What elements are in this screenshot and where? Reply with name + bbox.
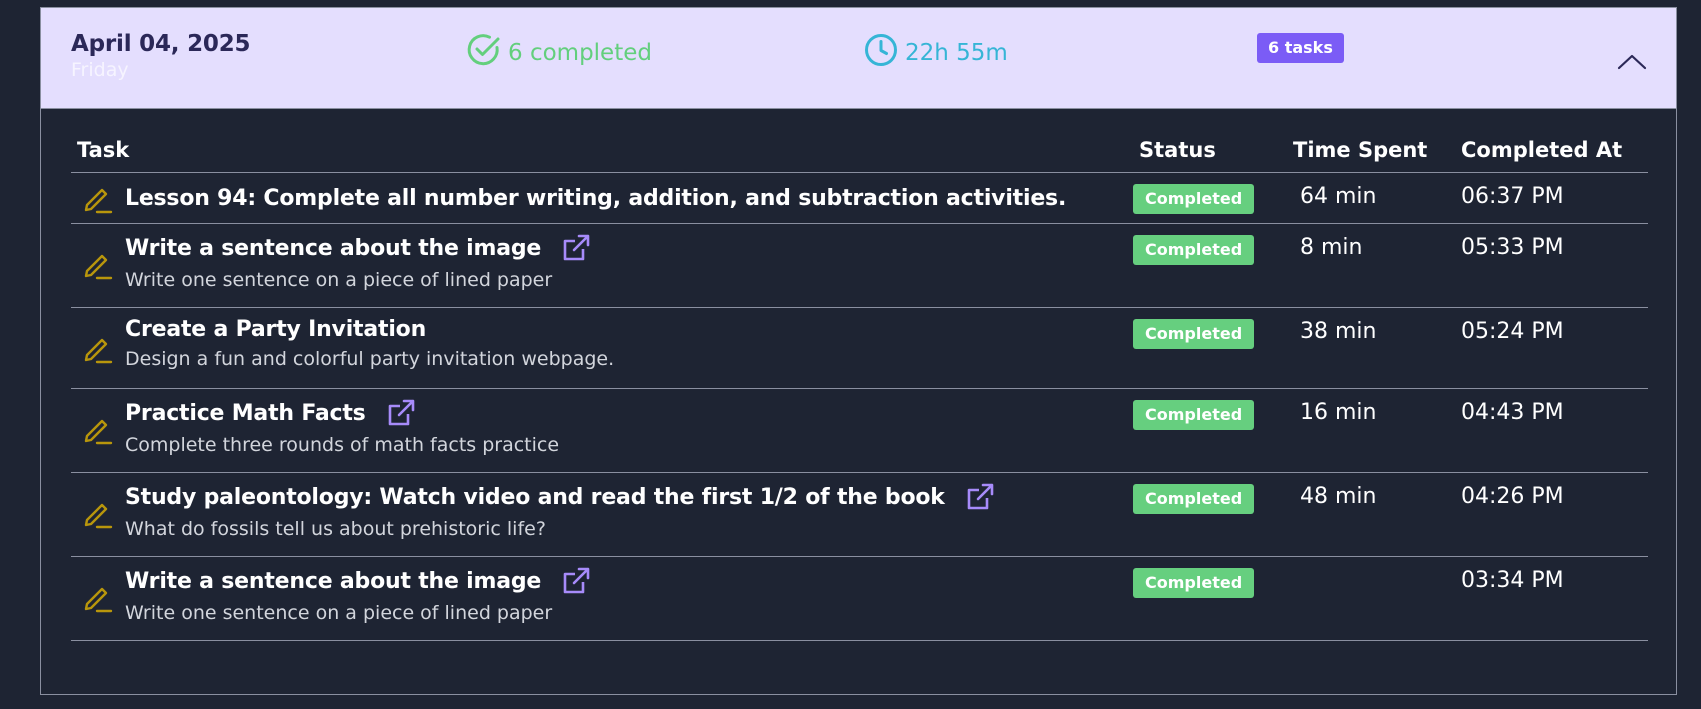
time-spent-cell: 8 min <box>1287 223 1455 308</box>
task-title-row: Practice Math Facts <box>125 398 559 428</box>
check-circle-icon <box>466 32 508 74</box>
time-spent-value: 8 min <box>1300 235 1363 260</box>
task-cell: Practice Math Facts Complete three round… <box>71 388 1133 473</box>
date-block: April 04, 2025 Friday <box>71 30 251 82</box>
day-header[interactable]: April 04, 2025 Friday 6 completed 22h 55… <box>41 8 1676 109</box>
status-badge: Completed <box>1133 400 1255 430</box>
external-link-icon[interactable] <box>965 482 995 512</box>
time-spent-cell: 16 min <box>1287 388 1455 473</box>
weekday-label: Friday <box>71 59 129 81</box>
table-row[interactable]: Study paleontology: Watch video and read… <box>71 472 1648 557</box>
status-badge: Completed <box>1133 484 1255 514</box>
task-title-row: Write a sentence about the image <box>125 233 591 263</box>
pencil-icon <box>71 473 125 553</box>
status-cell: Completed <box>1133 307 1287 389</box>
column-header-task: Task <box>71 138 1133 173</box>
time-spent-value: 16 min <box>1300 400 1377 425</box>
status-cell: Completed <box>1133 556 1287 641</box>
time-spent-value: 48 min <box>1300 484 1377 509</box>
status-cell: Completed <box>1133 472 1287 557</box>
task-title[interactable]: Practice Math Facts <box>125 401 366 426</box>
table-row[interactable]: Write a sentence about the image Write o… <box>71 556 1648 641</box>
time-spent-cell: 48 min <box>1287 472 1455 557</box>
completed-at-cell: 04:43 PM <box>1455 388 1648 473</box>
completed-at-value: 04:43 PM <box>1461 400 1564 425</box>
task-cell: Create a Party Invitation Design a fun a… <box>71 307 1133 389</box>
task-title-row: Write a sentence about the image <box>125 566 591 596</box>
table-row[interactable]: Create a Party Invitation Design a fun a… <box>71 307 1648 389</box>
task-title[interactable]: Study paleontology: Watch video and read… <box>125 485 945 510</box>
column-header-time-spent: Time Spent <box>1287 138 1455 173</box>
column-header-completed-at: Completed At <box>1455 138 1648 173</box>
completed-at-value: 03:34 PM <box>1461 568 1564 593</box>
table-row[interactable]: Write a sentence about the image Write o… <box>71 223 1648 308</box>
pencil-icon <box>71 224 125 304</box>
completed-at-value: 05:24 PM <box>1461 319 1564 344</box>
table-row[interactable]: Practice Math Facts Complete three round… <box>71 388 1648 473</box>
completed-at-cell: 04:26 PM <box>1455 472 1648 557</box>
time-spent-cell <box>1287 556 1455 641</box>
status-badge: Completed <box>1133 319 1255 349</box>
task-description: What do fossils tell us about prehistori… <box>125 518 546 540</box>
task-title[interactable]: Create a Party Invitation <box>125 317 426 342</box>
pencil-icon <box>71 308 125 388</box>
status-badge: Completed <box>1133 235 1255 265</box>
pencil-icon <box>71 173 125 223</box>
completed-at-value: 06:37 PM <box>1461 184 1564 209</box>
status-badge: Completed <box>1133 184 1255 214</box>
task-title[interactable]: Write a sentence about the image <box>125 236 541 261</box>
time-spent-cell: 38 min <box>1287 307 1455 389</box>
external-link-icon[interactable] <box>561 566 591 596</box>
completed-at-value: 05:33 PM <box>1461 235 1564 260</box>
completed-at-cell: 06:37 PM <box>1455 172 1648 224</box>
task-description: Write one sentence on a piece of lined p… <box>125 269 553 291</box>
completed-at-cell: 05:33 PM <box>1455 223 1648 308</box>
completed-at-cell: 05:24 PM <box>1455 307 1648 389</box>
task-cell: Lesson 94: Complete all number writing, … <box>71 172 1133 224</box>
clock-icon <box>863 32 905 74</box>
task-cell: Study paleontology: Watch video and read… <box>71 472 1133 557</box>
task-description: Complete three rounds of math facts prac… <box>125 434 560 456</box>
column-header-status: Status <box>1133 138 1287 173</box>
external-link-icon[interactable] <box>561 233 591 263</box>
pencil-icon <box>71 389 125 469</box>
task-description: Design a fun and colorful party invitati… <box>125 348 615 370</box>
tasks-table: Task Status Time Spent Completed At Less… <box>71 138 1648 641</box>
task-title[interactable]: Write a sentence about the image <box>125 569 541 594</box>
task-cell: Write a sentence about the image Write o… <box>71 223 1133 308</box>
task-title[interactable]: Lesson 94: Complete all number writing, … <box>125 173 1066 223</box>
completed-count: 6 completed <box>508 40 652 66</box>
day-summary-panel: April 04, 2025 Friday 6 completed 22h 55… <box>40 7 1677 695</box>
status-cell: Completed <box>1133 172 1287 224</box>
task-title-row: Create a Party Invitation <box>125 317 614 342</box>
tasks-count-badge: 6 tasks <box>1257 33 1344 63</box>
chevron-up-icon[interactable] <box>1615 50 1649 74</box>
status-badge: Completed <box>1133 568 1255 598</box>
task-title-row: Study paleontology: Watch video and read… <box>125 482 995 512</box>
task-cell: Write a sentence about the image Write o… <box>71 556 1133 641</box>
pencil-icon <box>71 557 125 637</box>
table-header-row: Task Status Time Spent Completed At <box>71 138 1648 173</box>
table-row[interactable]: Lesson 94: Complete all number writing, … <box>71 172 1648 224</box>
time-spent-cell: 64 min <box>1287 172 1455 224</box>
status-cell: Completed <box>1133 223 1287 308</box>
completed-at-cell: 03:34 PM <box>1455 556 1648 641</box>
completed-at-value: 04:26 PM <box>1461 484 1564 509</box>
completed-stat: 6 completed <box>466 32 652 74</box>
time-spent-value: 38 min <box>1300 319 1377 344</box>
time-total: 22h 55m <box>905 40 1008 66</box>
task-description: Write one sentence on a piece of lined p… <box>125 602 553 624</box>
time-spent-value: 64 min <box>1300 184 1377 209</box>
status-cell: Completed <box>1133 388 1287 473</box>
external-link-icon[interactable] <box>386 398 416 428</box>
date-title: April 04, 2025 <box>71 31 251 57</box>
time-stat: 22h 55m <box>863 32 1008 74</box>
